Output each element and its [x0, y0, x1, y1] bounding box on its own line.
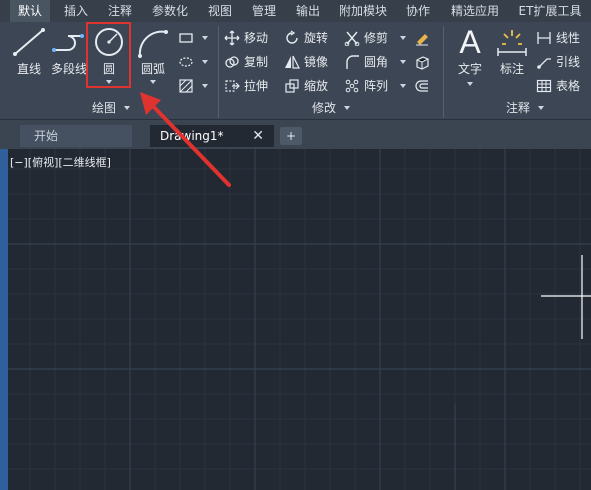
fillet-dropdown-icon[interactable] — [400, 60, 406, 64]
fillet-label: 圆角 — [364, 55, 389, 69]
ellipse-icon — [179, 57, 193, 67]
polyline-icon — [52, 34, 84, 52]
array-icon — [345, 79, 359, 93]
new-tab-button[interactable]: + — [280, 127, 302, 145]
dimension-button[interactable]: 标注 — [492, 24, 532, 84]
table-label: 表格 — [556, 79, 581, 93]
table-button[interactable]: 表格 — [536, 76, 590, 96]
leader-label: 引线 — [556, 55, 581, 69]
move-icon — [224, 30, 240, 46]
fillet-button[interactable]: 圆角 — [344, 52, 408, 72]
polyline-label: 多段线 — [50, 62, 87, 76]
circle-button-highlight — [86, 22, 131, 88]
array-label: 阵列 — [364, 79, 389, 93]
mirror-button[interactable]: 镜像 — [284, 52, 340, 72]
fillet-icon — [346, 55, 359, 69]
text-icon: A — [459, 24, 481, 60]
mirror-label: 镜像 — [304, 55, 329, 69]
close-icon[interactable]: ✕ — [252, 125, 264, 147]
trim-icon — [344, 31, 360, 46]
tab-insert[interactable]: 插入 — [56, 0, 96, 22]
draw-panel-title-text: 绘图 — [92, 101, 117, 115]
rotate-icon — [286, 30, 298, 44]
left-edge-bar — [0, 149, 8, 490]
scale-button[interactable]: 缩放 — [284, 76, 340, 96]
viewport-controls[interactable]: [−][俯视][二维线框] — [10, 154, 111, 170]
linear-label: 线性 — [556, 31, 581, 45]
menu-bar: 默认 插入 注释 参数化 视图 管理 输出 附加模块 协作 精选应用 ET扩展工… — [0, 0, 591, 22]
line-button[interactable]: 直线 — [8, 24, 50, 84]
dimension-icon — [497, 30, 527, 56]
ellipse-dropdown-icon[interactable] — [202, 60, 208, 64]
mirror-icon — [285, 55, 300, 69]
rotate-label: 旋转 — [304, 31, 329, 45]
erase-button[interactable] — [414, 28, 438, 48]
copy-label: 复制 — [244, 55, 269, 69]
annotation-panel-dropdown-icon — [537, 106, 544, 110]
stretch-label: 拉伸 — [244, 79, 269, 93]
tab-default[interactable]: 默认 — [10, 0, 50, 22]
explode-button[interactable] — [414, 52, 438, 72]
tab-et-tools[interactable]: ET扩展工具 — [512, 0, 588, 22]
copy-icon — [225, 56, 239, 68]
modify-panel-title[interactable]: 修改 — [312, 100, 350, 116]
line-icon — [13, 28, 45, 56]
tab-annotate[interactable]: 注释 — [100, 0, 140, 22]
rectangle-button[interactable] — [178, 28, 214, 48]
draw-panel-title[interactable]: 绘图 — [92, 100, 130, 116]
start-tab[interactable]: 开始 — [20, 125, 132, 147]
rectangle-icon — [179, 33, 193, 43]
leader-button[interactable]: 引线 — [536, 52, 590, 72]
array-button[interactable]: 阵列 — [344, 76, 408, 96]
tab-parametric[interactable]: 参数化 — [144, 0, 196, 22]
text-label: 文字 — [457, 62, 482, 76]
table-icon — [536, 79, 552, 93]
arc-button[interactable]: 圆弧 — [132, 24, 174, 86]
text-dropdown-icon[interactable] — [467, 82, 473, 86]
move-button[interactable]: 移动 — [224, 28, 282, 48]
tab-addons[interactable]: 附加模块 — [334, 0, 392, 22]
eraser-icon — [416, 34, 428, 46]
linear-button[interactable]: 线性 — [536, 28, 590, 48]
plus-icon: + — [285, 129, 297, 143]
modify-panel-dropdown-icon — [343, 106, 350, 110]
scale-icon — [285, 79, 299, 93]
dimension-label: 标注 — [499, 62, 524, 76]
drawing-canvas[interactable]: [−][俯视][二维线框] — [0, 149, 591, 490]
rectangle-dropdown-icon[interactable] — [202, 36, 208, 40]
arc-label: 圆弧 — [140, 62, 165, 76]
offset-button[interactable] — [414, 76, 438, 96]
tab-featured-apps[interactable]: 精选应用 — [444, 0, 506, 22]
offset-icon — [415, 80, 428, 92]
move-label: 移动 — [244, 31, 269, 45]
crosshair-cursor-icon — [541, 255, 591, 339]
tab-view[interactable]: 视图 — [200, 0, 240, 22]
annotation-panel-title-text: 注释 — [506, 101, 531, 115]
linear-dimension-icon — [537, 32, 551, 44]
tab-collaborate[interactable]: 协作 — [398, 0, 438, 22]
trim-dropdown-icon[interactable] — [400, 36, 406, 40]
start-tab-label: 开始 — [34, 129, 59, 143]
annotation-arrow-icon — [140, 92, 231, 187]
ellipse-button[interactable] — [178, 52, 214, 72]
array-dropdown-icon[interactable] — [400, 84, 406, 88]
trim-button[interactable]: 修剪 — [344, 28, 408, 48]
annotation-panel-title[interactable]: 注释 — [506, 100, 544, 116]
trim-label: 修剪 — [364, 31, 389, 45]
tab-output[interactable]: 输出 — [288, 0, 328, 22]
grid — [0, 149, 591, 490]
explode-icon — [416, 56, 429, 70]
copy-button[interactable]: 复制 — [224, 52, 282, 72]
ribbon-separator — [443, 26, 444, 118]
rotate-button[interactable]: 旋转 — [284, 28, 340, 48]
modify-panel-title-text: 修改 — [312, 101, 337, 115]
tab-manage[interactable]: 管理 — [244, 0, 284, 22]
leader-icon — [537, 58, 551, 69]
text-button[interactable]: A 文字 — [450, 24, 490, 90]
arc-icon — [138, 30, 168, 58]
polyline-button[interactable]: 多段线 — [48, 24, 90, 84]
line-label: 直线 — [16, 62, 41, 76]
scale-label: 缩放 — [304, 79, 329, 93]
